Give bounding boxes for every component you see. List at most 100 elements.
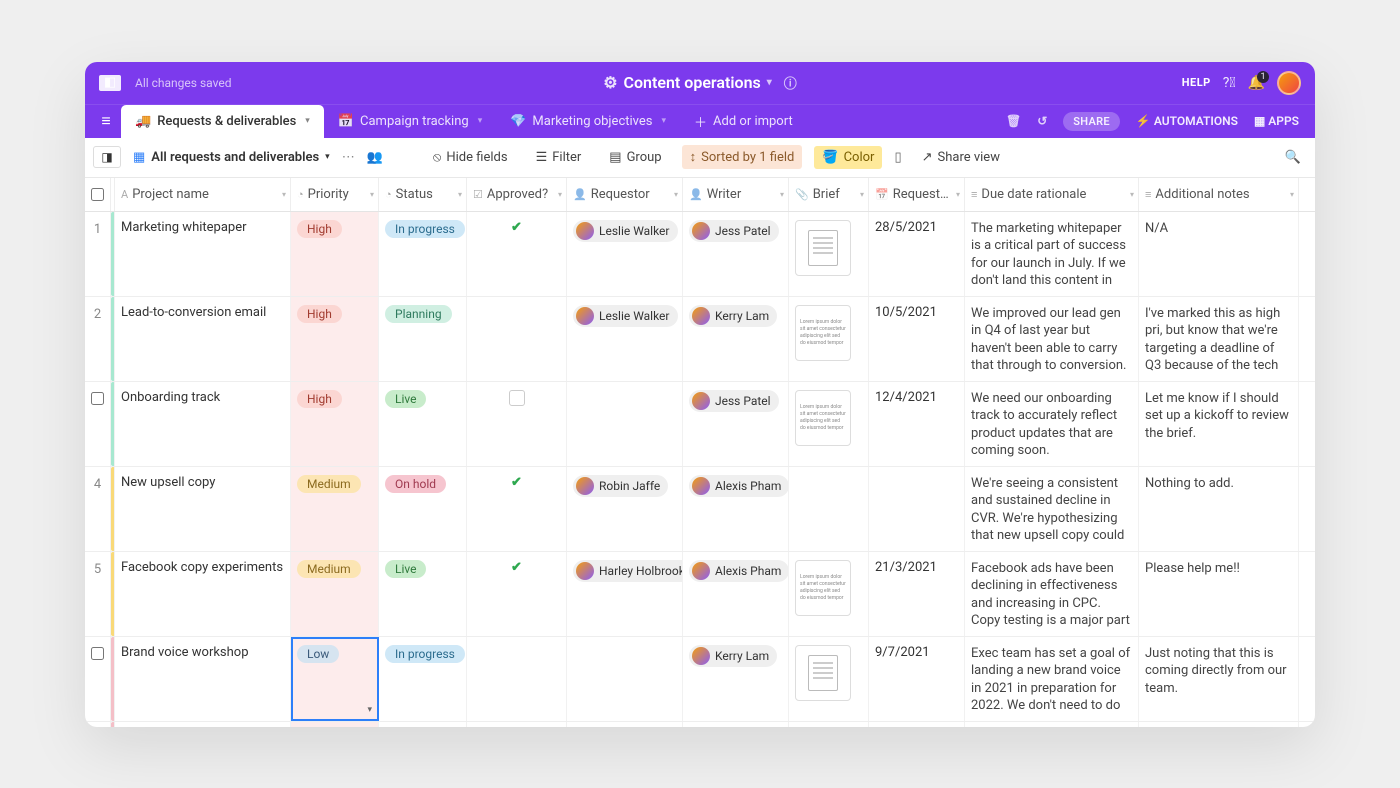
project-name-cell[interactable]: Marketing whitepaper bbox=[115, 212, 291, 296]
table-tab[interactable]: 📅Campaign tracking▾ bbox=[324, 105, 496, 138]
gear-icon[interactable]: ⚙ bbox=[603, 73, 617, 92]
table-row[interactable]: 4New upsell copyMediumOn hold✔Robin Jaff… bbox=[85, 467, 1315, 552]
rationale-cell[interactable]: We improved our lead gen in Q4 of last y… bbox=[965, 297, 1139, 381]
status-cell[interactable]: In progress bbox=[379, 212, 467, 296]
attachment-thumb[interactable]: Lorem ipsum dolor sit amet consectetur a… bbox=[795, 390, 851, 446]
status-cell[interactable]: Live bbox=[379, 382, 467, 466]
approved-cell[interactable] bbox=[467, 382, 567, 466]
writer-cell[interactable]: Alexis Pham bbox=[683, 467, 789, 551]
table-row[interactable]: 1Marketing whitepaperHighIn progress✔Les… bbox=[85, 212, 1315, 297]
brief-cell[interactable] bbox=[789, 637, 869, 721]
row-number[interactable]: 1 bbox=[85, 212, 111, 296]
history-icon[interactable]: ↺ bbox=[1037, 114, 1047, 128]
column-header[interactable]: ☑Approved?▾ bbox=[467, 178, 567, 211]
person-chip[interactable]: Kerry Lam bbox=[689, 305, 777, 327]
person-chip[interactable]: Harley Holbrook bbox=[573, 560, 683, 582]
rationale-cell[interactable]: We're seeing a consistent and sustained … bbox=[965, 467, 1139, 551]
requestor-cell[interactable]: Robin Jaffe bbox=[567, 467, 683, 551]
trash-icon[interactable]: 🗑 bbox=[1006, 114, 1021, 128]
table-row[interactable]: ⤢Onboarding trackHighLiveJess PatelLorem… bbox=[85, 382, 1315, 467]
person-chip[interactable]: Alexis Pham bbox=[689, 475, 789, 497]
approved-cell[interactable]: ✔ bbox=[467, 467, 567, 551]
writer-cell[interactable]: Jess Patel bbox=[683, 212, 789, 296]
logo-icon[interactable]: ◧ bbox=[99, 75, 121, 91]
help-button[interactable]: HELP bbox=[1182, 76, 1211, 89]
requestor-cell[interactable]: Harley Holbrook bbox=[567, 552, 683, 636]
column-header[interactable]: ◔Priority▾ bbox=[291, 178, 379, 211]
writer-cell[interactable]: Jess Patel bbox=[683, 382, 789, 466]
notes-cell[interactable]: I've marked this as high pri, but know t… bbox=[1139, 297, 1299, 381]
view-sidebar-toggle[interactable]: ◨ bbox=[93, 146, 121, 168]
collaborators-icon[interactable]: 👥 bbox=[367, 150, 383, 165]
row-number[interactable]: 2 bbox=[85, 297, 111, 381]
table-tab[interactable]: 💎Marketing objectives▾ bbox=[496, 105, 680, 138]
column-header[interactable]: 👤Requestor▾ bbox=[567, 178, 683, 211]
brief-cell[interactable]: Lorem ipsum dolor sit amet consectetur a… bbox=[789, 552, 869, 636]
checkbox-empty[interactable] bbox=[509, 390, 525, 406]
sort-button[interactable]: ↕Sorted by 1 field bbox=[682, 145, 803, 169]
chevron-down-icon[interactable]: ▾ bbox=[367, 705, 372, 715]
person-chip[interactable]: Leslie Walker bbox=[573, 220, 678, 242]
color-button[interactable]: 🪣Color bbox=[814, 146, 882, 169]
grid-body[interactable]: 1Marketing whitepaperHighIn progress✔Les… bbox=[85, 212, 1315, 727]
priority-cell[interactable]: Low▾ bbox=[291, 637, 379, 721]
approved-cell[interactable]: ✔ bbox=[467, 552, 567, 636]
request-date-cell[interactable]: 10/5/2021 bbox=[869, 297, 965, 381]
table-row[interactable]: 7New onboarding guideLowApprovalsKerry L… bbox=[85, 722, 1315, 727]
notes-cell[interactable]: I'm going to schedule a kickoff with Ker… bbox=[1139, 722, 1299, 727]
share-view-button[interactable]: ↗Share view bbox=[914, 146, 1008, 169]
person-chip[interactable]: Jess Patel bbox=[689, 220, 779, 242]
notes-cell[interactable]: Nothing to add. bbox=[1139, 467, 1299, 551]
brief-cell[interactable] bbox=[789, 722, 869, 727]
rationale-cell[interactable]: Facebook ads have been declining in effe… bbox=[965, 552, 1139, 636]
chevron-down-icon[interactable]: ▾ bbox=[767, 77, 772, 88]
request-date-cell[interactable]: 21/3/2021 bbox=[869, 552, 965, 636]
notes-cell[interactable]: Let me know if I should set up a kickoff… bbox=[1139, 382, 1299, 466]
menu-icon[interactable]: ≡ bbox=[91, 105, 121, 138]
brief-cell[interactable] bbox=[789, 212, 869, 296]
approved-cell[interactable] bbox=[467, 637, 567, 721]
request-date-cell[interactable]: 28/5/2021 bbox=[869, 212, 965, 296]
attachment-thumb[interactable]: Lorem ipsum dolor sit amet consectetur a… bbox=[795, 305, 851, 361]
notes-cell[interactable]: Please help me!! bbox=[1139, 552, 1299, 636]
requestor-cell[interactable] bbox=[567, 637, 683, 721]
row-number[interactable] bbox=[85, 637, 111, 721]
writer-cell[interactable]: Alexis Pham bbox=[683, 552, 789, 636]
status-cell[interactable]: On hold bbox=[379, 467, 467, 551]
row-height-icon[interactable]: ▯ bbox=[894, 150, 901, 165]
priority-cell[interactable]: Medium bbox=[291, 467, 379, 551]
view-picker[interactable]: ▦ All requests and deliverables ▾ bbox=[133, 150, 330, 165]
notifications-icon[interactable]: 🔔1 bbox=[1248, 75, 1265, 91]
share-button[interactable]: SHARE bbox=[1063, 112, 1120, 131]
status-cell[interactable]: Approvals bbox=[379, 722, 467, 727]
writer-cell[interactable]: Kerry Lam bbox=[683, 297, 789, 381]
approved-cell[interactable] bbox=[467, 297, 567, 381]
automations-button[interactable]: ⚡ AUTOMATIONS bbox=[1136, 114, 1238, 128]
priority-cell[interactable]: High bbox=[291, 297, 379, 381]
priority-cell[interactable]: Low bbox=[291, 722, 379, 727]
attachment-thumb[interactable] bbox=[795, 645, 851, 701]
table-row[interactable]: 5Facebook copy experimentsMediumLive✔Har… bbox=[85, 552, 1315, 637]
writer-cell[interactable]: Kerry Lam bbox=[683, 637, 789, 721]
column-header[interactable]: 📅Request…▾ bbox=[869, 178, 965, 211]
request-date-cell[interactable] bbox=[869, 467, 965, 551]
group-button[interactable]: ▤Group bbox=[601, 146, 669, 169]
project-name-cell[interactable]: Facebook copy experiments bbox=[115, 552, 291, 636]
hide-fields-button[interactable]: ⦸Hide fields bbox=[425, 146, 516, 169]
request-date-cell[interactable]: 28/4/2021 bbox=[869, 722, 965, 727]
status-cell[interactable]: Planning bbox=[379, 297, 467, 381]
project-name-cell[interactable]: ⤢Onboarding track bbox=[115, 382, 291, 466]
column-header[interactable]: ◔Status▾ bbox=[379, 178, 467, 211]
priority-cell[interactable]: Medium bbox=[291, 552, 379, 636]
filter-button[interactable]: ☰Filter bbox=[528, 146, 590, 169]
base-title[interactable]: Content operations bbox=[624, 73, 761, 92]
rationale-cell[interactable]: The marketing whitepaper is a critical p… bbox=[965, 212, 1139, 296]
person-chip[interactable]: Leslie Walker bbox=[573, 305, 678, 327]
brief-cell[interactable]: Lorem ipsum dolor sit amet consectetur a… bbox=[789, 382, 869, 466]
help-icon[interactable]: ?⃝ bbox=[1223, 75, 1236, 91]
person-chip[interactable]: Kerry Lam bbox=[689, 645, 777, 667]
status-cell[interactable]: In progress bbox=[379, 637, 467, 721]
row-number[interactable] bbox=[85, 382, 111, 466]
attachment-thumb[interactable] bbox=[795, 220, 851, 276]
row-number[interactable]: 5 bbox=[85, 552, 111, 636]
